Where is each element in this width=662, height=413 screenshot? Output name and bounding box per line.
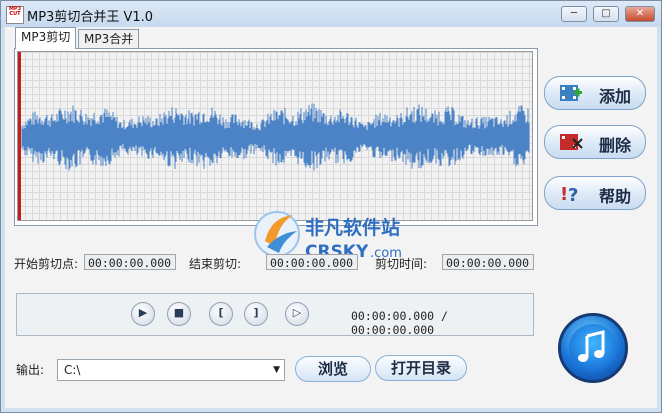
open-directory-button[interactable]: 打开目录 [375, 355, 467, 381]
add-label: 添加 [599, 87, 632, 106]
close-icon: ✕ [635, 8, 645, 19]
minimize-button[interactable]: ─ [561, 6, 587, 22]
output-label: 输出: [16, 363, 45, 377]
mark-end-button[interactable]: ] [244, 302, 268, 326]
music-note-logo [558, 313, 628, 383]
film-delete-icon [560, 134, 583, 150]
delete-label: 删除 [599, 136, 632, 155]
help-label: 帮助 [599, 187, 632, 206]
mark-start-icon: [ [218, 306, 224, 319]
play-selection-button[interactable]: ▷ [285, 302, 309, 326]
maximize-button[interactable]: □ [593, 6, 619, 22]
app-icon: MP3 CUT [6, 6, 24, 24]
playhead-marker[interactable] [18, 52, 21, 220]
film-add-icon [560, 85, 582, 101]
title-bar[interactable]: MP3 CUT MP3剪切合并王 V1.0 ─ □ ✕ [1, 1, 661, 27]
waveform-display[interactable] [17, 51, 533, 221]
end-cut-field[interactable]: 00:00:00.000 [266, 254, 358, 270]
playback-time: 00:00:00.000 / 00:00:00.000 [351, 309, 448, 337]
svg-text:非凡软件站: 非凡软件站 [305, 216, 400, 239]
music-note-icon [578, 330, 605, 362]
start-cut-label: 开始剪切点: [14, 257, 79, 271]
music-note-disc [569, 324, 617, 372]
play-button[interactable]: ▶ [131, 302, 155, 326]
output-path-select[interactable]: C:\ ▼ [57, 359, 285, 381]
svg-text:?: ? [568, 185, 578, 204]
waveform-graph [21, 103, 530, 171]
stop-icon: ■ [173, 306, 185, 319]
tab-mp3-merge[interactable]: MP3合并 [78, 29, 140, 48]
minimize-icon: ─ [570, 8, 578, 19]
help-button[interactable]: ! ? 帮助 [544, 176, 646, 210]
mark-end-icon: ] [253, 306, 259, 319]
output-path-value: C:\ [64, 363, 81, 377]
add-button[interactable]: 添加 [544, 76, 646, 110]
end-cut-label: 结束剪切: [189, 257, 242, 271]
waveform-path [21, 103, 530, 171]
client-area: MP3剪切 MP3合并 添加 删除 ! ? 帮助 非凡软件站 CRSKY .co… [5, 27, 657, 408]
browse-button[interactable]: 浏览 [295, 356, 371, 382]
cut-duration-label: 剪切时间: [375, 257, 428, 271]
tab-mp3-cut[interactable]: MP3剪切 [15, 27, 77, 49]
stop-button[interactable]: ■ [167, 302, 191, 326]
cut-duration-field[interactable]: 00:00:00.000 [442, 254, 534, 270]
close-button[interactable]: ✕ [625, 6, 655, 22]
start-cut-field[interactable]: 00:00:00.000 [84, 254, 176, 270]
mark-start-button[interactable]: [ [209, 302, 233, 326]
svg-text:!: ! [560, 184, 568, 204]
window-title: MP3剪切合并王 V1.0 [27, 10, 154, 25]
play-selection-icon: ▷ [292, 306, 302, 319]
play-icon: ▶ [138, 306, 148, 319]
delete-button[interactable]: 删除 [544, 125, 646, 159]
playback-panel: ▶ ■ [ ] ▷ 00:00:00.000 / 00:00:00.000 [16, 293, 534, 337]
dropdown-arrow-icon[interactable]: ▼ [273, 360, 280, 380]
waveform-panel [14, 48, 538, 226]
main-window: MP3 CUT MP3剪切合并王 V1.0 ─ □ ✕ MP3剪切 MP3合并 添… [0, 0, 662, 413]
help-icon: ! ? [560, 184, 578, 204]
maximize-icon: □ [601, 8, 611, 19]
